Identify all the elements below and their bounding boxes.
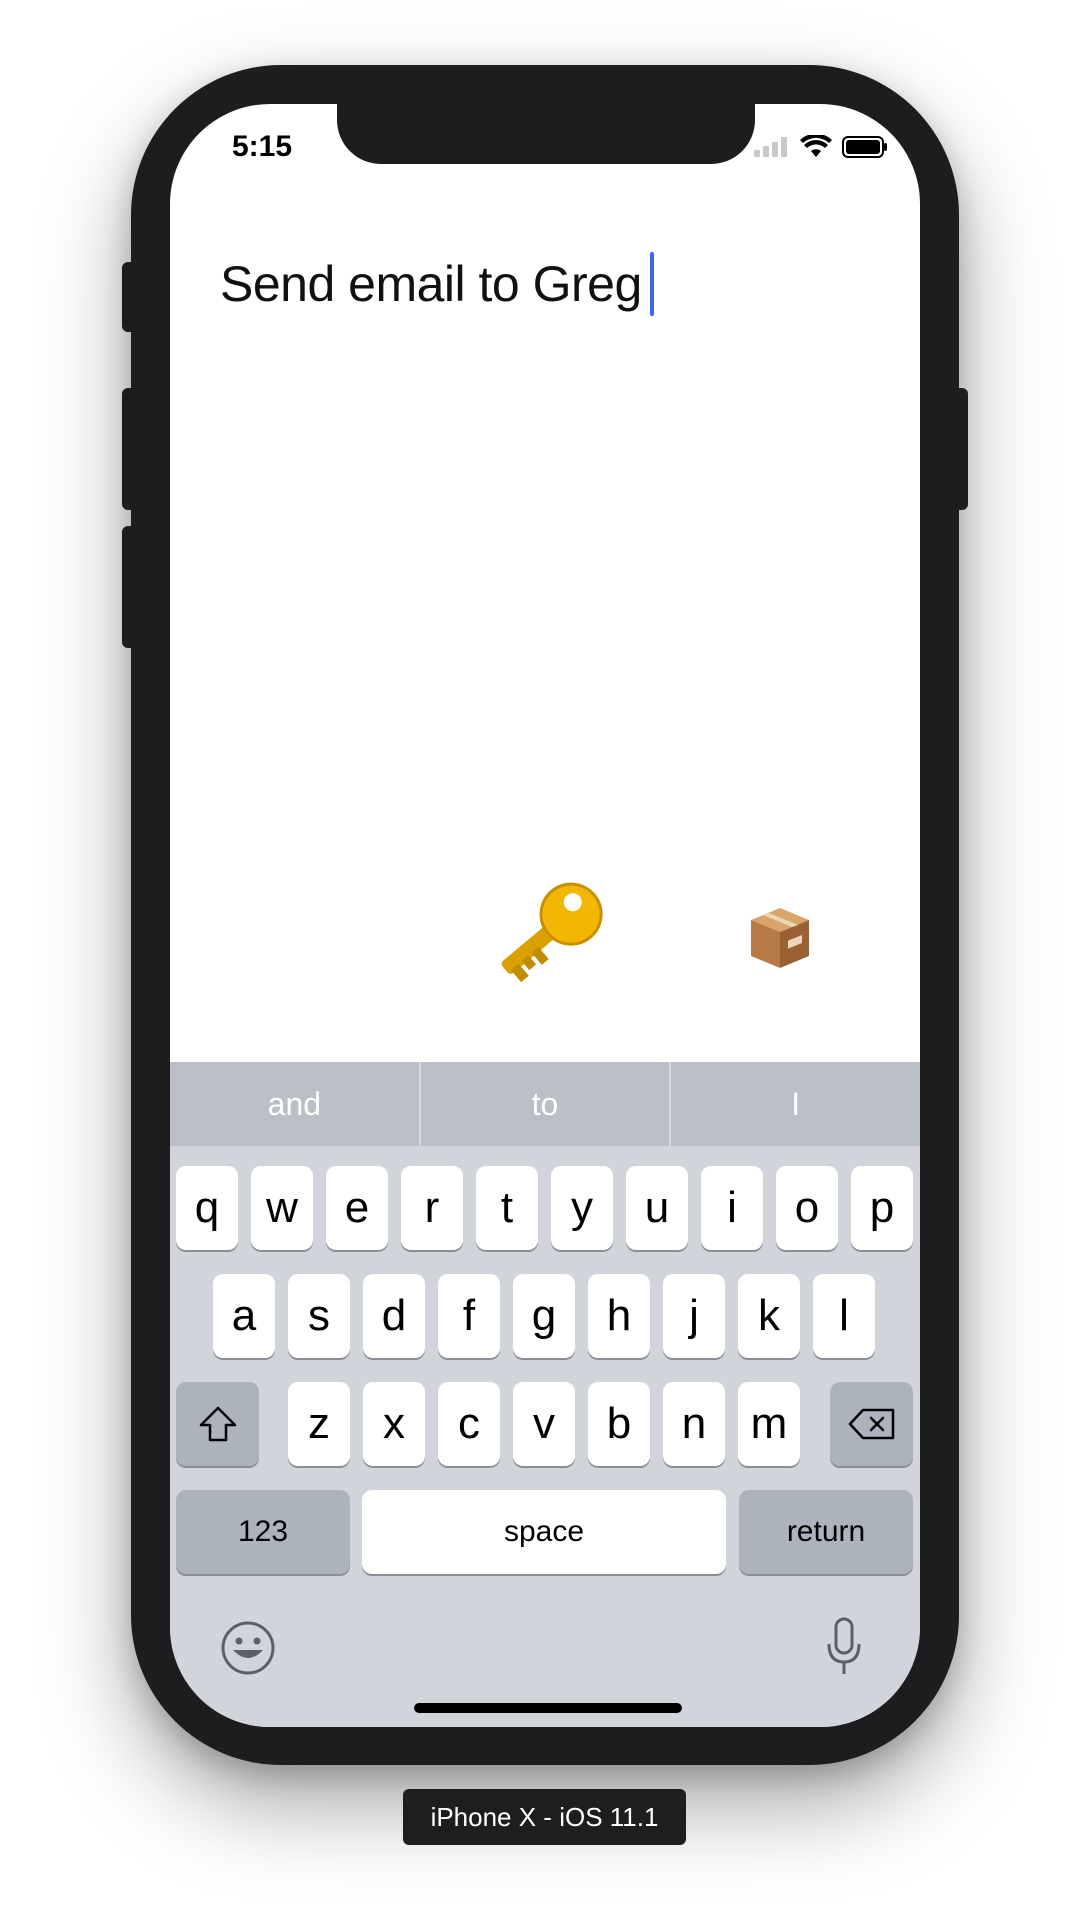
key-x[interactable]: x — [363, 1382, 425, 1466]
return-key[interactable]: return — [739, 1490, 913, 1574]
key-emoji-icon — [501, 882, 603, 983]
side-button-volume-down — [122, 526, 136, 648]
key-a[interactable]: a — [213, 1274, 275, 1358]
side-button-volume-up — [122, 388, 136, 510]
device-label: iPhone X - iOS 11.1 — [403, 1789, 686, 1845]
emoji-icon[interactable] — [220, 1620, 276, 1676]
wifi-icon — [800, 135, 832, 157]
key-e[interactable]: e — [326, 1166, 388, 1250]
typed-text: Send email to Greg — [220, 256, 642, 312]
key-v[interactable]: v — [513, 1382, 575, 1466]
space-key[interactable]: space — [362, 1490, 726, 1574]
prediction-1[interactable]: and — [170, 1062, 419, 1146]
screen: 5:15 Send email to Greg and to I q w e r… — [170, 104, 920, 1727]
prediction-3[interactable]: I — [671, 1062, 920, 1146]
package-emoji-icon — [751, 908, 809, 968]
key-y[interactable]: y — [551, 1166, 613, 1250]
keyboard: and to I q w e r t y u i o p a s d f g h… — [170, 1062, 920, 1727]
key-p[interactable]: p — [851, 1166, 913, 1250]
key-w[interactable]: w — [251, 1166, 313, 1250]
key-t[interactable]: t — [476, 1166, 538, 1250]
key-i[interactable]: i — [701, 1166, 763, 1250]
signal-icon — [754, 137, 787, 157]
shift-key[interactable] — [176, 1382, 259, 1466]
home-indicator[interactable] — [414, 1703, 682, 1713]
key-o[interactable]: o — [776, 1166, 838, 1250]
key-z[interactable]: z — [288, 1382, 350, 1466]
key-f[interactable]: f — [438, 1274, 500, 1358]
predictive-bar: and to I — [170, 1062, 920, 1146]
key-j[interactable]: j — [663, 1274, 725, 1358]
text-input-area[interactable]: Send email to Greg — [220, 244, 654, 324]
key-u[interactable]: u — [626, 1166, 688, 1250]
key-h[interactable]: h — [588, 1274, 650, 1358]
delete-key[interactable] — [830, 1382, 913, 1466]
key-d[interactable]: d — [363, 1274, 425, 1358]
side-button-silent — [122, 262, 136, 332]
key-l[interactable]: l — [813, 1274, 875, 1358]
key-k[interactable]: k — [738, 1274, 800, 1358]
key-s[interactable]: s — [288, 1274, 350, 1358]
status-time: 5:15 — [232, 130, 293, 163]
status-icons — [754, 134, 888, 160]
side-button-power — [954, 388, 968, 510]
key-n[interactable]: n — [663, 1382, 725, 1466]
notch — [337, 104, 755, 164]
microphone-icon[interactable] — [824, 1616, 864, 1678]
key-q[interactable]: q — [176, 1166, 238, 1250]
backspace-icon — [848, 1408, 894, 1440]
shift-icon — [199, 1406, 236, 1442]
numbers-key[interactable]: 123 — [176, 1490, 350, 1574]
key-g[interactable]: g — [513, 1274, 575, 1358]
key-r[interactable]: r — [401, 1166, 463, 1250]
prediction-2[interactable]: to — [421, 1062, 670, 1146]
key-b[interactable]: b — [588, 1382, 650, 1466]
battery-icon — [842, 136, 887, 158]
key-c[interactable]: c — [438, 1382, 500, 1466]
text-caret — [649, 252, 654, 316]
key-m[interactable]: m — [738, 1382, 800, 1466]
